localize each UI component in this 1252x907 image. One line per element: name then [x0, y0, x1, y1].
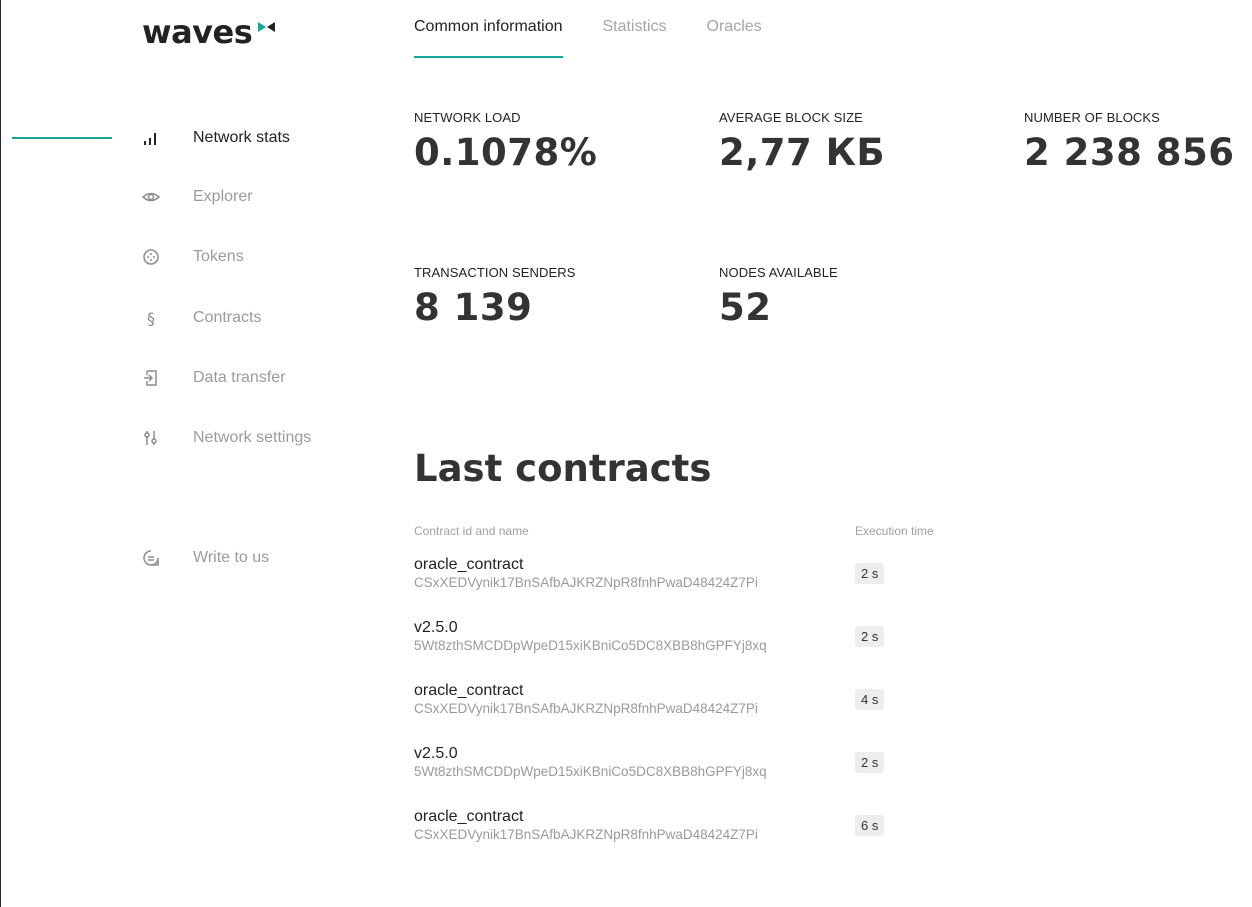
section-icon: §: [140, 307, 162, 329]
stat-value: 52: [719, 286, 772, 329]
sidebar-item-label: Network stats: [193, 129, 290, 146]
stat-value: 0.1078%: [414, 131, 598, 174]
stat-value: 2,77 КБ: [719, 131, 886, 174]
sidebar-item-data-transfer[interactable]: Data transfer: [140, 364, 285, 392]
waves-logo[interactable]: waves: [142, 12, 276, 52]
bar-chart-icon: [140, 127, 162, 149]
stat-transaction-senders: TRANSACTION SENDERS 8 139: [414, 265, 576, 329]
stat-label: NETWORK LOAD: [414, 110, 521, 125]
contract-id[interactable]: CSxXEDVynik17BnSAfbAJKRZNpR8fnhPwaD48424…: [414, 701, 974, 716]
stat-value: 2 238 856: [1024, 131, 1235, 174]
last-contracts-title: Last contracts: [414, 447, 712, 490]
stat-nodes-available: NODES AVAILABLE 52: [719, 265, 838, 329]
contract-name[interactable]: oracle_contract: [414, 556, 974, 574]
eye-icon: [140, 186, 162, 208]
sidebar-item-label: Network settings: [193, 429, 312, 446]
execution-time-badge: 2 s: [855, 752, 885, 773]
stat-label: NUMBER OF BLOCKS: [1024, 110, 1160, 125]
contract-id[interactable]: CSxXEDVynik17BnSAfbAJKRZNpR8fnhPwaD48424…: [414, 827, 974, 842]
sidebar-item-label: Write to us: [193, 549, 270, 566]
table-row[interactable]: oracle_contract CSxXEDVynik17BnSAfbAJKRZ…: [414, 682, 974, 732]
waves-logo-icon: [258, 22, 276, 32]
stat-label: NODES AVAILABLE: [719, 265, 838, 280]
sidebar-item-network-stats[interactable]: Network stats: [140, 124, 290, 152]
stat-label: AVERAGE BLOCK SIZE: [719, 110, 863, 125]
top-tabs: Common information Statistics Oracles: [414, 18, 802, 58]
active-nav-indicator: [12, 137, 112, 139]
column-header-contract-id: Contract id and name: [414, 524, 529, 538]
table-row[interactable]: v2.5.0 5Wt8zthSMCDDpWpeD15xiKBniCo5DC8XB…: [414, 619, 974, 669]
stat-value: 8 139: [414, 286, 533, 329]
sidebar-item-label: Explorer: [193, 188, 253, 205]
sidebar-item-explorer[interactable]: Explorer: [140, 183, 253, 211]
tab-common-information[interactable]: Common information: [414, 18, 563, 58]
stat-average-block-size: AVERAGE BLOCK SIZE 2,77 КБ: [719, 110, 885, 174]
tab-oracles[interactable]: Oracles: [707, 18, 762, 58]
table-row[interactable]: v2.5.0 5Wt8zthSMCDDpWpeD15xiKBniCo5DC8XB…: [414, 745, 974, 795]
logo-text: waves: [142, 13, 253, 51]
table-row[interactable]: oracle_contract CSxXEDVynik17BnSAfbAJKRZ…: [414, 556, 974, 606]
contract-name[interactable]: v2.5.0: [414, 619, 974, 637]
sliders-icon: [140, 427, 162, 449]
tab-statistics[interactable]: Statistics: [603, 18, 667, 58]
table-row[interactable]: oracle_contract CSxXEDVynik17BnSAfbAJKRZ…: [414, 808, 974, 858]
stat-network-load: NETWORK LOAD 0.1078%: [414, 110, 597, 174]
sidebar-item-write-to-us[interactable]: Write to us: [140, 544, 269, 572]
svg-text:§: §: [147, 309, 155, 327]
sidebar-item-label: Tokens: [193, 248, 244, 265]
execution-time-badge: 6 s: [855, 815, 885, 836]
column-header-execution-time: Execution time: [855, 524, 934, 538]
execution-time-badge: 2 s: [855, 626, 885, 647]
sidebar-item-tokens[interactable]: Tokens: [140, 243, 244, 271]
data-transfer-icon: [140, 367, 162, 389]
stat-label: TRANSACTION SENDERS: [414, 265, 576, 280]
sidebar-item-label: Data transfer: [193, 369, 286, 386]
token-icon: [140, 246, 162, 268]
chat-icon: [140, 547, 162, 569]
contract-id[interactable]: 5Wt8zthSMCDDpWpeD15xiKBniCo5DC8XBB8hGPFY…: [414, 764, 974, 779]
contract-id[interactable]: CSxXEDVynik17BnSAfbAJKRZNpR8fnhPwaD48424…: [414, 575, 974, 590]
contract-id[interactable]: 5Wt8zthSMCDDpWpeD15xiKBniCo5DC8XBB8hGPFY…: [414, 638, 974, 653]
contract-name[interactable]: oracle_contract: [414, 808, 974, 826]
execution-time-badge: 2 s: [855, 563, 885, 584]
sidebar-item-label: Contracts: [193, 309, 262, 326]
sidebar-item-network-settings[interactable]: Network settings: [140, 424, 311, 452]
stat-number-of-blocks: NUMBER OF BLOCKS 2 238 856: [1024, 110, 1234, 174]
contract-name[interactable]: oracle_contract: [414, 682, 974, 700]
contract-name[interactable]: v2.5.0: [414, 745, 974, 763]
execution-time-badge: 4 s: [855, 689, 885, 710]
window-left-border: [0, 0, 1, 907]
sidebar-item-contracts[interactable]: § Contracts: [140, 304, 261, 332]
